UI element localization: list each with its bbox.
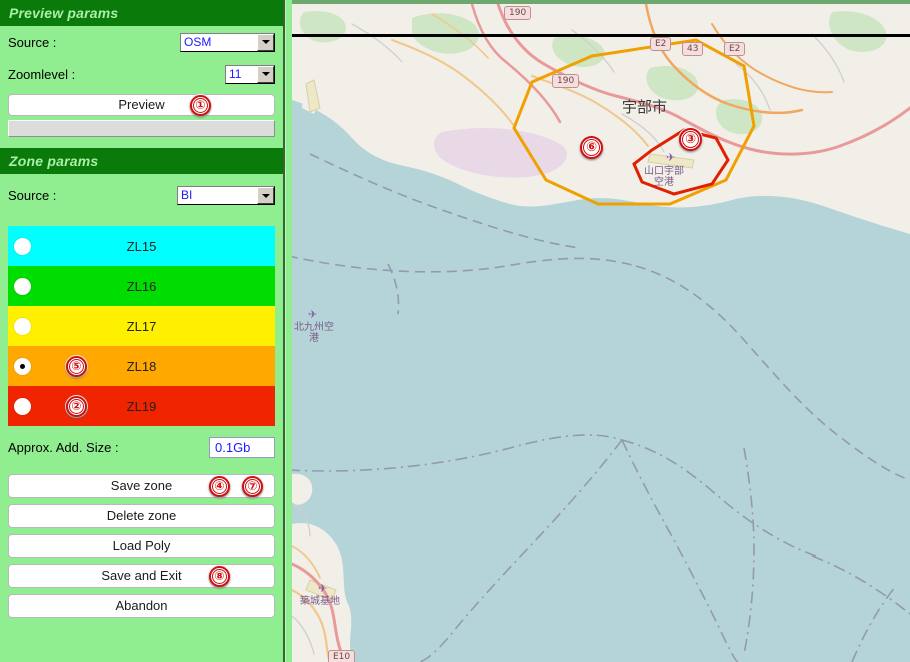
chevron-down-icon[interactable] <box>257 34 274 51</box>
preview-source-row: Source : OSM <box>0 26 283 58</box>
annotation-badge: ③ <box>679 128 702 151</box>
delete-zone-button[interactable]: Delete zone <box>8 504 275 528</box>
preview-button-label: Preview <box>118 97 164 112</box>
abandon-button[interactable]: Abandon <box>8 594 275 618</box>
radio-zl16[interactable] <box>14 278 31 295</box>
zoomlevel-row-zl16[interactable]: ZL16 <box>8 266 275 306</box>
chevron-down-icon[interactable] <box>257 187 274 204</box>
road-shield-e2: E2 <box>650 37 671 51</box>
save-zone-button[interactable]: Save zone ④⑦ <box>8 474 275 498</box>
load-poly-button[interactable]: Load Poly <box>8 534 275 558</box>
left-control-panel: Preview params Source : OSM Zoomlevel : … <box>0 0 285 662</box>
zone-source-value: BI <box>181 187 257 204</box>
approx-size-row: Approx. Add. Size : 0.1Gb <box>0 426 283 468</box>
zoomlevel-label: ZL15 <box>8 239 275 254</box>
zone-source-select[interactable]: BI <box>177 186 275 205</box>
airplane-icon: ✈ <box>318 582 327 595</box>
zone-source-label: Source : <box>8 188 56 203</box>
land-honshu <box>292 4 910 234</box>
annotation-badge-4: ⑤ <box>66 356 87 377</box>
preview-source-select[interactable]: OSM <box>180 33 275 52</box>
chevron-down-icon[interactable] <box>257 66 274 83</box>
road-shield-190: 190 <box>552 74 579 88</box>
radio-zl15[interactable] <box>14 238 31 255</box>
maritime-boundaries <box>292 154 910 662</box>
zoomlevel-row-zl15[interactable]: ZL15 <box>8 226 275 266</box>
zone-params-header: Zone params <box>0 148 283 174</box>
button-label: Delete zone <box>107 508 176 523</box>
map-horizontal-black-line <box>292 34 910 37</box>
preview-button[interactable]: Preview ① <box>8 94 275 116</box>
annotation-badge-5: ② <box>66 396 87 417</box>
preview-params-header: Preview params <box>0 0 283 26</box>
approx-size-value: 0.1Gb <box>209 437 275 458</box>
button-label: Load Poly <box>113 538 171 553</box>
zoomlevel-label: ZL16 <box>8 279 275 294</box>
zoomlevel-label: ZL17 <box>8 319 275 334</box>
annotation-badge: ⑥ <box>580 136 603 159</box>
zoomlevel-label: ZL19 <box>8 399 275 414</box>
zoomlevel-row-zl17[interactable]: ZL17 <box>8 306 275 346</box>
map-top-border <box>292 0 910 4</box>
approx-size-label: Approx. Add. Size : <box>8 440 119 455</box>
annotation-badge: ④ <box>209 476 230 497</box>
save-and-exit-button[interactable]: Save and Exit ⑧ <box>8 564 275 588</box>
road-shield-e2: E2 <box>724 42 745 56</box>
map-viewport[interactable]: 宇部市 ✈ 山口宇部 空港 ✈ 北九州空 港 ✈ 築城基地 190E243E21… <box>292 4 910 662</box>
zone-buttons-group: Save zone ④⑦ Delete zone Load Poly Save and … <box>0 474 283 618</box>
radio-zl18[interactable] <box>14 358 31 375</box>
road-shield-43: 43 <box>682 42 703 56</box>
radio-zl19[interactable] <box>14 398 31 415</box>
zoomlevel-list: ZL15ZL16ZL17ZL18⑤ZL19② <box>0 226 283 426</box>
zoomlevel-row-zl18[interactable]: ZL18⑤ <box>8 346 275 386</box>
button-label: Save zone <box>111 478 172 493</box>
road-shield-e10: E10 <box>328 650 355 662</box>
preview-source-label: Source : <box>8 35 56 50</box>
map-vector-layer <box>292 4 910 662</box>
button-label: Abandon <box>115 598 167 613</box>
road-shield-190: 190 <box>504 6 531 20</box>
airplane-icon: ✈ <box>666 151 675 164</box>
preview-progress-bar <box>8 120 275 137</box>
annotation-badge: ⑦ <box>242 476 263 497</box>
annotation-badge-1: ① <box>190 95 211 116</box>
preview-zoomlevel-label: Zoomlevel : <box>8 67 75 82</box>
zone-source-row: Source : BI <box>0 174 283 217</box>
zoomlevel-label: ZL18 <box>8 359 275 374</box>
annotation-badge: ⑧ <box>209 566 230 587</box>
preview-zoomlevel-value: 11 <box>229 66 257 83</box>
app-window: Preview params Source : OSM Zoomlevel : … <box>0 0 910 662</box>
button-label: Save and Exit <box>101 568 181 583</box>
preview-zoomlevel-select[interactable]: 11 <box>225 65 275 84</box>
preview-zoomlevel-row: Zoomlevel : 11 <box>0 58 283 90</box>
preview-source-value: OSM <box>184 34 257 51</box>
radio-zl17[interactable] <box>14 318 31 335</box>
zoomlevel-row-zl19[interactable]: ZL19② <box>8 386 275 426</box>
airplane-icon: ✈ <box>308 308 317 321</box>
panel-map-divider <box>285 0 292 662</box>
